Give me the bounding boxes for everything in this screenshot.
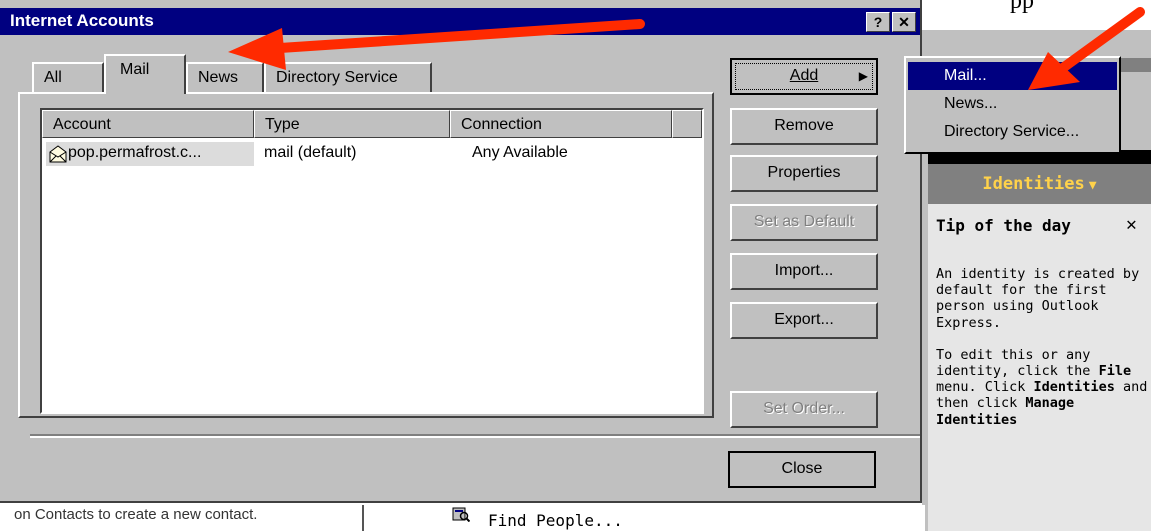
export-button[interactable]: Export... (730, 302, 878, 339)
submenu-arrow-icon: ▶ (858, 69, 868, 83)
set-as-default-button[interactable]: Set as Default (730, 204, 878, 241)
tip-paragraph-1: An identity is created by default for th… (936, 266, 1140, 331)
contacts-hint-text: on Contacts to create a new contact. (14, 506, 258, 523)
identities-dropdown[interactable]: Identities ▼ (928, 164, 1151, 204)
remove-button[interactable]: Remove (730, 108, 878, 145)
dialog-title: Internet Accounts (10, 11, 154, 30)
tab-mail[interactable]: Mail (104, 54, 186, 94)
add-submenu: Mail... News... Directory Service... (904, 56, 1121, 154)
pane-divider (362, 505, 364, 531)
tip-body: An identity is created by default for th… (936, 266, 1151, 444)
column-header-type[interactable]: Type (254, 110, 450, 138)
tab-news[interactable]: News (186, 62, 264, 94)
cell-account: pop.permafrost.c... (68, 144, 202, 161)
help-button[interactable]: ? (866, 12, 890, 32)
tip-paragraph-2: To edit this or any identity, click the … (936, 346, 1148, 428)
close-button[interactable]: Close (728, 451, 876, 488)
close-window-button[interactable]: ✕ (892, 12, 916, 32)
tab-directory-service[interactable]: Directory Service (264, 62, 432, 94)
import-button[interactable]: Import... (730, 253, 878, 290)
menu-item-news[interactable]: News... (908, 90, 1117, 118)
menu-item-mail[interactable]: Mail... (908, 62, 1117, 90)
dialog-separator (30, 434, 920, 438)
tab-all[interactable]: All (32, 62, 104, 94)
tip-title: Tip of the day (936, 216, 1071, 235)
main-pane-bottom (365, 505, 925, 531)
column-header-filler (672, 110, 702, 138)
column-header-account[interactable]: Account (42, 110, 254, 138)
menu-item-directory-service[interactable]: Directory Service... (908, 118, 1117, 146)
cell-connection: Any Available (472, 144, 568, 161)
account-list[interactable]: Account Type Connection pop.permafrost.c… (40, 108, 704, 414)
add-button[interactable]: Add ▶ (730, 58, 878, 95)
chevron-down-icon: ▼ (1088, 178, 1097, 193)
cell-type: mail (default) (264, 144, 357, 161)
find-people-icon[interactable] (452, 506, 470, 522)
identities-label: Identities (982, 174, 1085, 194)
add-button-label: Add (789, 67, 819, 84)
titlebar-buttons: ? ✕ (866, 12, 918, 32)
find-people-link[interactable]: Find People... (488, 511, 623, 530)
column-header-connection[interactable]: Connection (450, 110, 672, 138)
mail-account-icon (49, 145, 67, 163)
set-order-button[interactable]: Set Order... (730, 391, 878, 428)
close-icon[interactable]: ✕ (1126, 214, 1137, 235)
properties-button[interactable]: Properties (730, 155, 878, 192)
background-top-text: pp (1010, 0, 1034, 14)
